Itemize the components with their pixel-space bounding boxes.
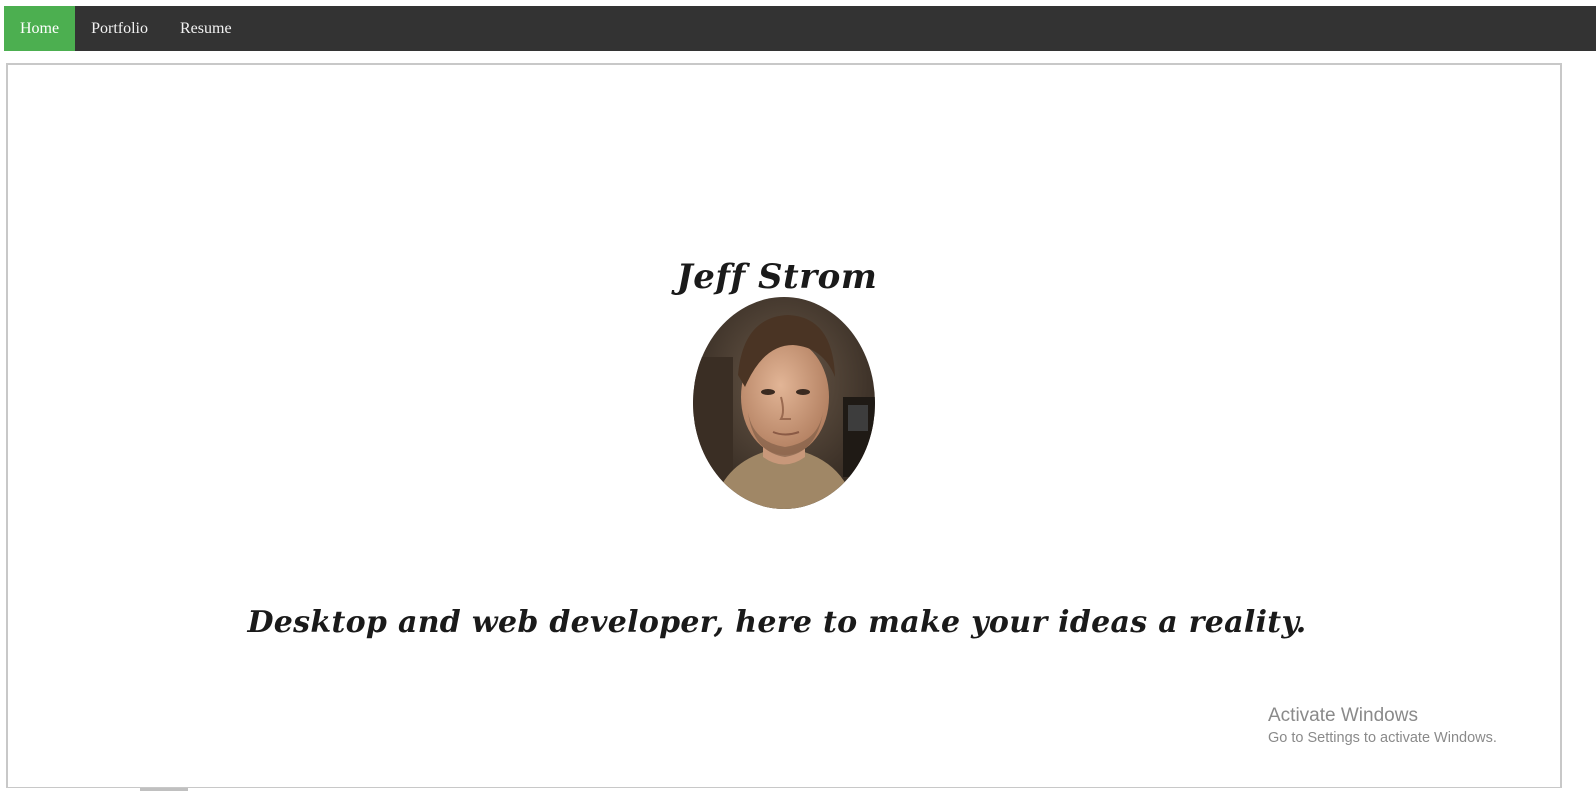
nav-home-link[interactable]: Home <box>4 6 76 51</box>
profile-photo <box>693 297 875 509</box>
watermark-subtitle: Go to Settings to activate Windows. <box>1268 730 1497 746</box>
scrollbar-thumb[interactable] <box>140 788 188 791</box>
windows-activation-watermark: Activate Windows Go to Settings to activ… <box>1268 705 1497 749</box>
watermark-title: Activate Windows <box>1268 705 1418 726</box>
nav-resume-link[interactable]: Resume <box>164 6 248 51</box>
main-content-frame: Jeff Strom Desktop and web developer, he… <box>6 63 1562 789</box>
page-title: Jeff Strom <box>676 257 878 297</box>
top-navbar: Home Portfolio Resume <box>4 6 1596 51</box>
profile-photo-icon <box>693 297 875 509</box>
nav-portfolio-link[interactable]: Portfolio <box>75 6 164 51</box>
tagline-text: Desktop and web developer, here to make … <box>247 605 1307 640</box>
horizontal-scrollbar[interactable] <box>0 788 1596 804</box>
